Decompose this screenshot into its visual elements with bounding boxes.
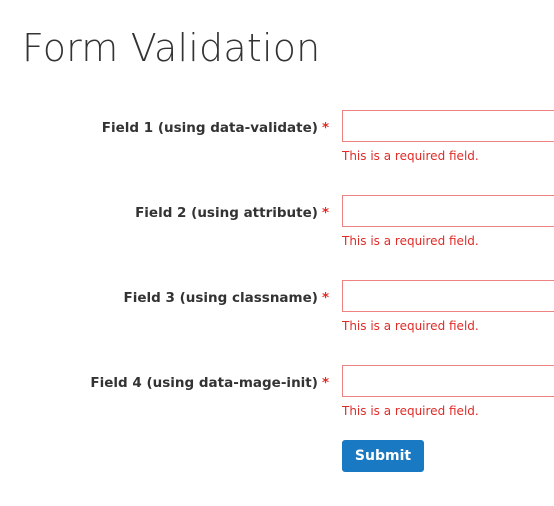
page: Form Validation Field 1 (using data-vali… bbox=[0, 0, 554, 506]
field-4-input[interactable] bbox=[342, 365, 554, 397]
required-star: * bbox=[321, 120, 329, 136]
field-3-input[interactable] bbox=[342, 280, 554, 312]
form-field-3: Field 3 (using classname) * This is a req… bbox=[0, 280, 554, 350]
field-1-label-wrap: Field 1 (using data-validate) * bbox=[102, 119, 329, 137]
required-star: * bbox=[321, 205, 329, 221]
required-star: * bbox=[321, 375, 329, 391]
submit-button[interactable]: Submit bbox=[342, 440, 424, 472]
field-1-error: This is a required field. bbox=[342, 149, 479, 163]
form-field-2: Field 2 (using attribute) * This is a req… bbox=[0, 195, 554, 265]
form-field-4: Field 4 (using data-mage-init) * This is … bbox=[0, 365, 554, 435]
field-4-error: This is a required field. bbox=[342, 404, 479, 418]
field-2-input[interactable] bbox=[342, 195, 554, 227]
field-2-error: This is a required field. bbox=[342, 234, 479, 248]
field-4-label: Field 4 (using data-mage-init) bbox=[90, 375, 318, 391]
required-star: * bbox=[321, 290, 329, 306]
field-2-label-wrap: Field 2 (using attribute) * bbox=[135, 204, 329, 222]
field-3-label: Field 3 (using classname) bbox=[123, 290, 318, 306]
field-4-label-wrap: Field 4 (using data-mage-init) * bbox=[90, 374, 329, 392]
page-title: Form Validation bbox=[22, 26, 321, 70]
field-2-label: Field 2 (using attribute) bbox=[135, 205, 318, 221]
field-1-label: Field 1 (using data-validate) bbox=[101, 120, 318, 136]
field-3-label-wrap: Field 3 (using classname) * bbox=[124, 289, 330, 307]
form-field-1: Field 1 (using data-validate) * This is a… bbox=[0, 110, 554, 180]
field-1-input[interactable] bbox=[342, 110, 554, 142]
field-3-error: This is a required field. bbox=[342, 319, 479, 333]
